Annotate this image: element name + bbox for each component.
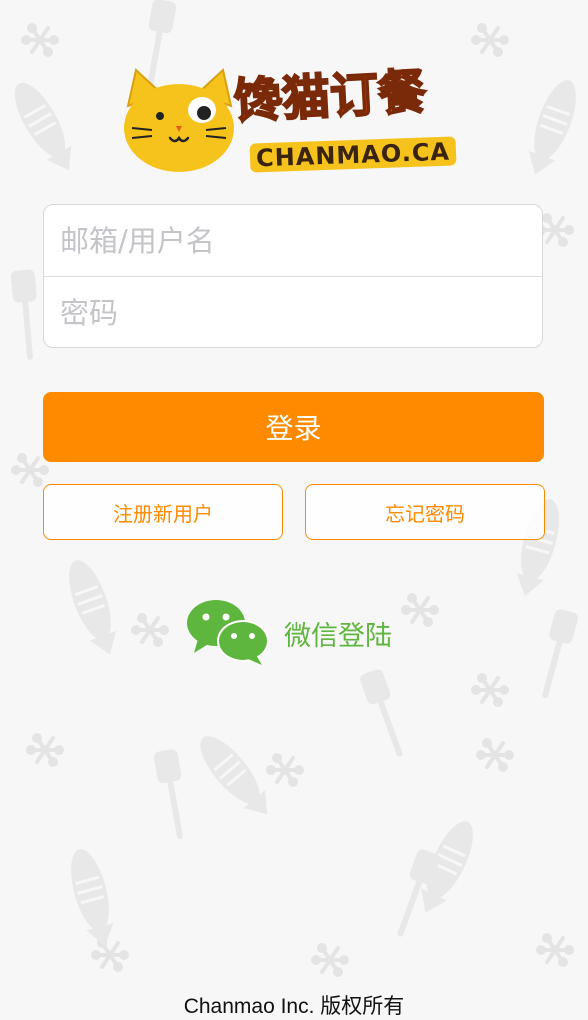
wechat-icon bbox=[187, 600, 269, 665]
footer-copyright: Chanmao Inc. 版权所有 bbox=[183, 995, 405, 1018]
wechat-login-label: 微信登陆 bbox=[284, 620, 392, 652]
cat-face-icon bbox=[124, 68, 234, 172]
brand-domain: CHANMAO.CA bbox=[249, 136, 457, 173]
forgot-password-button[interactable]: 忘记密码 bbox=[305, 484, 545, 540]
register-button[interactable]: 注册新用户 bbox=[43, 484, 283, 540]
username-input[interactable] bbox=[44, 205, 542, 277]
login-form bbox=[43, 204, 543, 348]
login-button[interactable]: 登录 bbox=[43, 392, 544, 462]
brand-title: 馋猫订餐 bbox=[232, 63, 429, 131]
brand-logo: 馋猫订餐 CHANMAO.CA bbox=[122, 62, 467, 177]
wechat-login-button[interactable]: 微信登陆 bbox=[186, 598, 392, 668]
password-input[interactable] bbox=[44, 277, 542, 347]
login-screen: 馋猫订餐 CHANMAO.CA 登录 注册新用户 忘记密码 微信登陆 Chanm… bbox=[0, 0, 588, 1019]
